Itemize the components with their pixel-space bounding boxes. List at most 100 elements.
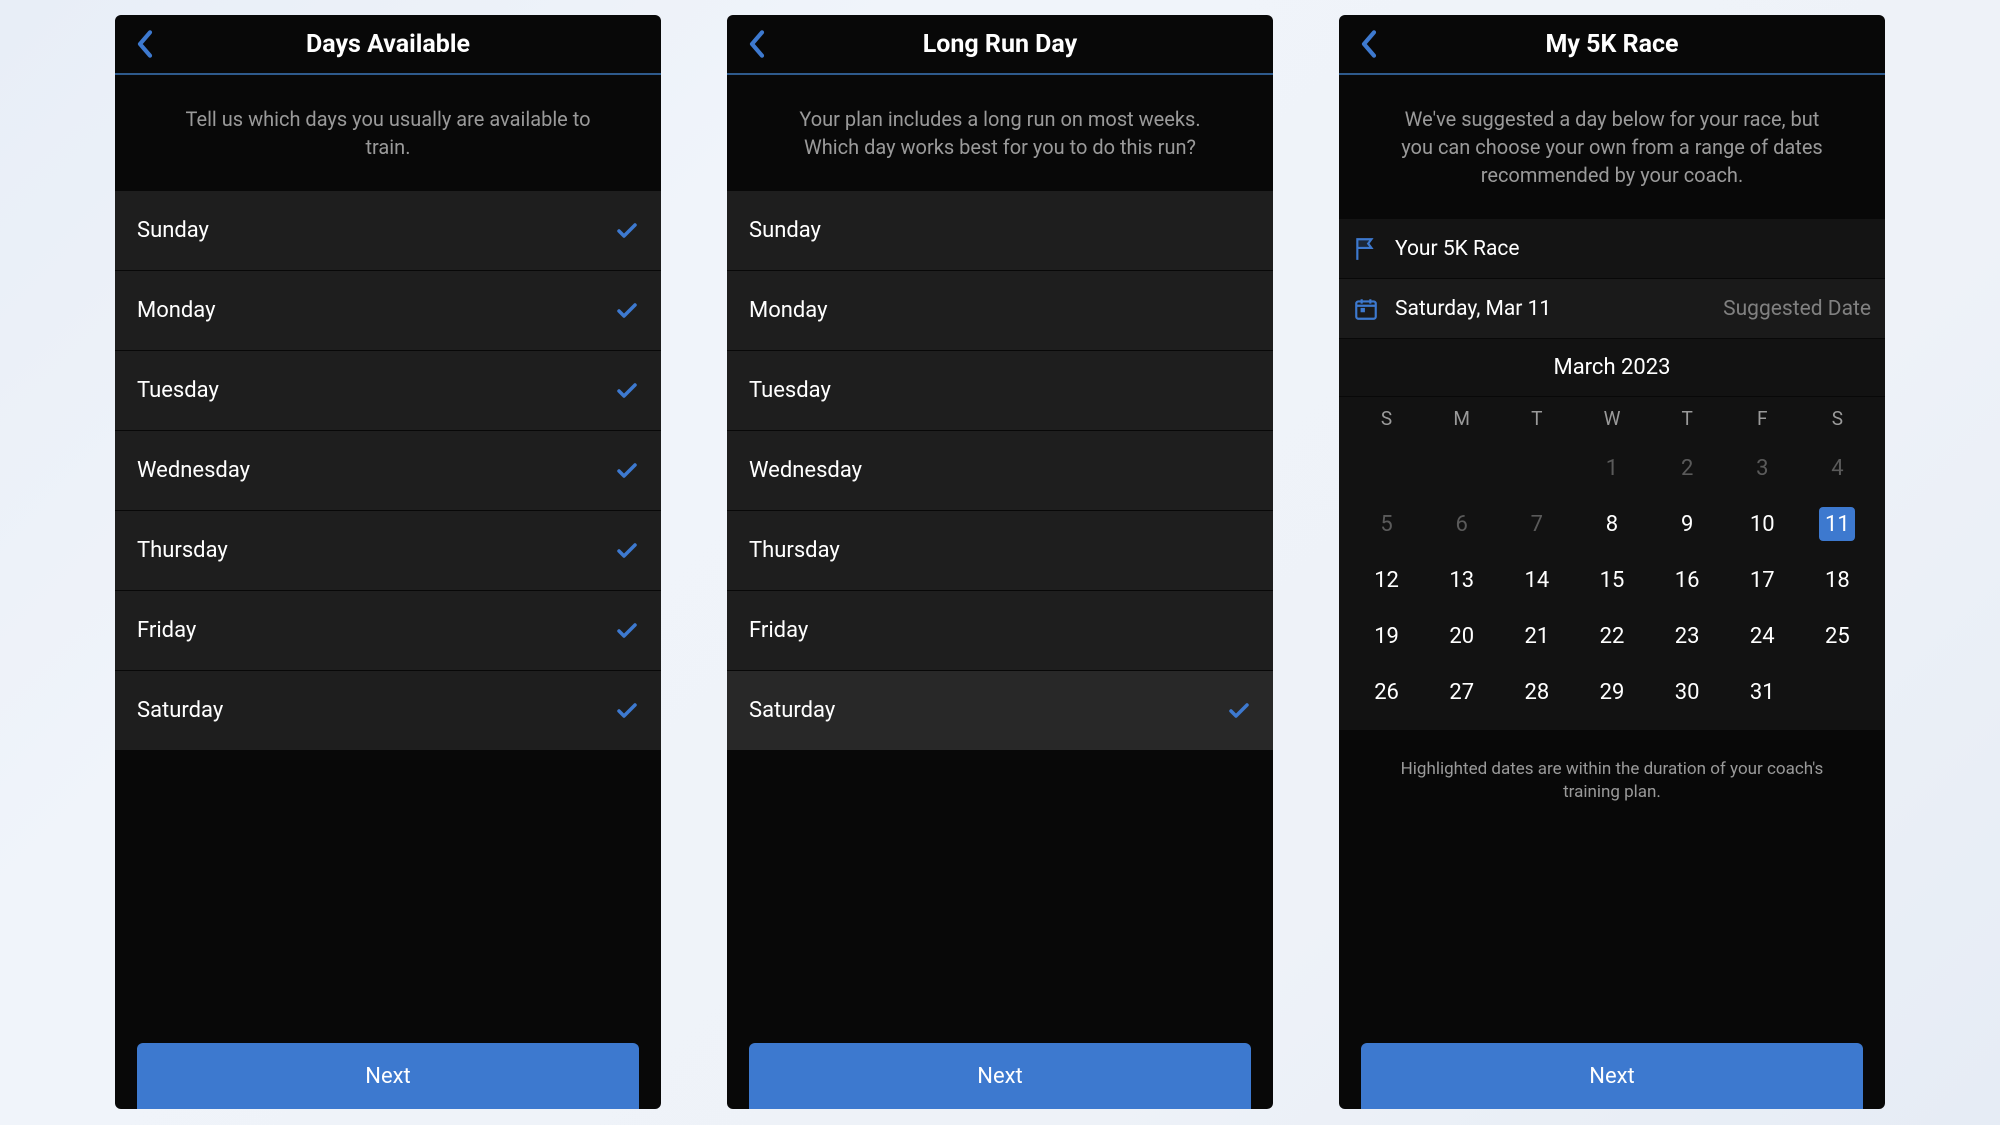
calendar-grid: SMTWTFS 12345678910111213141516171819202… xyxy=(1339,397,1885,730)
calendar-day[interactable]: 14 xyxy=(1499,552,1574,608)
calendar-day[interactable]: 12 xyxy=(1349,552,1424,608)
calendar-day[interactable]: 23 xyxy=(1650,608,1725,664)
calendar-day[interactable]: 5 xyxy=(1349,496,1424,552)
check-icon xyxy=(615,619,639,643)
calendar-day[interactable]: 15 xyxy=(1574,552,1649,608)
day-row[interactable]: Friday xyxy=(115,591,661,671)
calendar-day[interactable]: 17 xyxy=(1725,552,1800,608)
calendar-day xyxy=(1424,440,1499,496)
calendar-day[interactable]: 13 xyxy=(1424,552,1499,608)
calendar-day[interactable]: 26 xyxy=(1349,664,1424,720)
page-title: Long Run Day xyxy=(727,30,1273,59)
next-button[interactable]: Next xyxy=(749,1043,1251,1109)
suggested-label: Suggested Date xyxy=(1723,297,1871,321)
calendar-day[interactable]: 4 xyxy=(1800,440,1875,496)
footer: Next xyxy=(115,1043,661,1109)
screen-long-run-day: Long Run Day Your plan includes a long r… xyxy=(727,15,1273,1109)
back-button[interactable] xyxy=(133,26,157,62)
calendar-day[interactable]: 16 xyxy=(1650,552,1725,608)
page-subtitle: We've suggested a day below for your rac… xyxy=(1339,75,1885,219)
screen-days-available: Days Available Tell us which days you us… xyxy=(115,15,661,1109)
calendar-day[interactable]: 21 xyxy=(1499,608,1574,664)
day-row[interactable]: Thursday xyxy=(727,511,1273,591)
calendar-day[interactable]: 1 xyxy=(1574,440,1649,496)
calendar-day[interactable]: 25 xyxy=(1800,608,1875,664)
day-row[interactable]: Wednesday xyxy=(727,431,1273,511)
chevron-left-icon xyxy=(1359,28,1379,60)
calendar-day[interactable]: 27 xyxy=(1424,664,1499,720)
calendar-day xyxy=(1349,440,1424,496)
day-row[interactable]: Sunday xyxy=(727,191,1273,271)
page-subtitle: Your plan includes a long run on most we… xyxy=(727,75,1273,191)
day-row[interactable]: Friday xyxy=(727,591,1273,671)
calendar-day[interactable]: 3 xyxy=(1725,440,1800,496)
calendar-day[interactable]: 30 xyxy=(1650,664,1725,720)
date-label: Saturday, Mar 11 xyxy=(1395,297,1551,321)
calendar-day[interactable]: 19 xyxy=(1349,608,1424,664)
day-label: Thursday xyxy=(137,538,228,563)
calendar-day[interactable]: 22 xyxy=(1574,608,1649,664)
calendar-day[interactable]: 6 xyxy=(1424,496,1499,552)
day-label: Wednesday xyxy=(749,458,862,483)
day-row[interactable]: Monday xyxy=(115,271,661,351)
header: Long Run Day xyxy=(727,15,1273,75)
header: My 5K Race xyxy=(1339,15,1885,75)
date-row[interactable]: Saturday, Mar 11 Suggested Date xyxy=(1339,279,1885,339)
days-list: Sunday Monday Tuesday Wednesday Thursday Frid… xyxy=(727,191,1273,751)
calendar-day[interactable]: 11 xyxy=(1800,496,1875,552)
race-label: Your 5K Race xyxy=(1395,237,1520,261)
weekday-head: W xyxy=(1574,399,1649,440)
day-row[interactable]: Monday xyxy=(727,271,1273,351)
calendar-day xyxy=(1499,440,1574,496)
back-button[interactable] xyxy=(745,26,769,62)
check-icon xyxy=(1227,699,1251,723)
day-label: Saturday xyxy=(137,698,223,723)
calendar-day[interactable]: 7 xyxy=(1499,496,1574,552)
page-subtitle: Tell us which days you usually are avail… xyxy=(115,75,661,191)
days-list: Sunday MondayTuesdayWednesday Thursday Frid… xyxy=(115,191,661,751)
weekday-head: M xyxy=(1424,399,1499,440)
calendar-day[interactable]: 29 xyxy=(1574,664,1649,720)
weekday-head: S xyxy=(1349,399,1424,440)
calendar-footer-note: Highlighted dates are within the duratio… xyxy=(1339,730,1885,832)
day-label: Sunday xyxy=(137,218,209,243)
race-row[interactable]: Your 5K Race xyxy=(1339,219,1885,279)
calendar-month: March 2023 xyxy=(1339,339,1885,397)
day-row[interactable]: Tuesday xyxy=(115,351,661,431)
calendar-day[interactable]: 24 xyxy=(1725,608,1800,664)
day-label: Monday xyxy=(749,298,828,323)
calendar-day xyxy=(1800,664,1875,720)
check-icon xyxy=(615,539,639,563)
next-button[interactable]: Next xyxy=(1361,1043,1863,1109)
check-icon xyxy=(615,379,639,403)
calendar-day[interactable]: 28 xyxy=(1499,664,1574,720)
page-title: My 5K Race xyxy=(1339,30,1885,59)
day-row[interactable]: Sunday xyxy=(115,191,661,271)
screen-my-5k-race: My 5K Race We've suggested a day below f… xyxy=(1339,15,1885,1109)
calendar-day[interactable]: 20 xyxy=(1424,608,1499,664)
back-button[interactable] xyxy=(1357,26,1381,62)
calendar-day[interactable]: 8 xyxy=(1574,496,1649,552)
day-row[interactable]: Thursday xyxy=(115,511,661,591)
day-row[interactable]: Saturday xyxy=(727,671,1273,751)
day-row[interactable]: Saturday xyxy=(115,671,661,751)
day-label: Thursday xyxy=(749,538,840,563)
footer: Next xyxy=(1339,1043,1885,1109)
day-label: Sunday xyxy=(749,218,821,243)
chevron-left-icon xyxy=(747,28,767,60)
day-row[interactable]: Wednesday xyxy=(115,431,661,511)
calendar-day[interactable]: 31 xyxy=(1725,664,1800,720)
flag-icon xyxy=(1353,236,1395,262)
next-button[interactable]: Next xyxy=(137,1043,639,1109)
check-icon xyxy=(615,459,639,483)
page-title: Days Available xyxy=(115,30,661,59)
day-label: Friday xyxy=(749,618,808,643)
weekday-head: S xyxy=(1800,399,1875,440)
calendar-icon xyxy=(1353,296,1395,322)
day-row[interactable]: Tuesday xyxy=(727,351,1273,431)
calendar-day[interactable]: 2 xyxy=(1650,440,1725,496)
calendar-day[interactable]: 10 xyxy=(1725,496,1800,552)
calendar-day[interactable]: 9 xyxy=(1650,496,1725,552)
calendar-day[interactable]: 18 xyxy=(1800,552,1875,608)
check-icon xyxy=(615,699,639,723)
